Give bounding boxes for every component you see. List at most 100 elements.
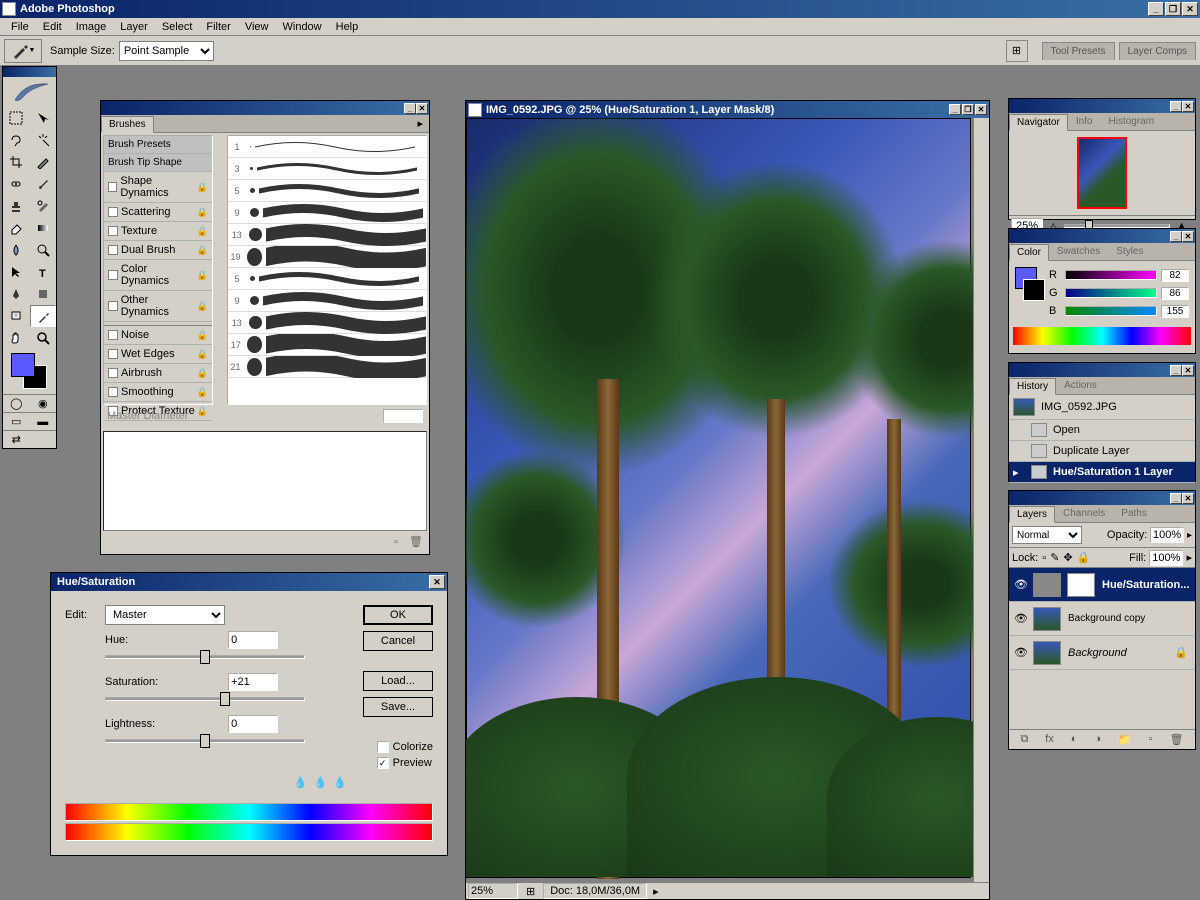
opt-scattering[interactable]: Scattering🔒	[104, 203, 212, 222]
screen-mode-1[interactable]: ▭	[3, 412, 30, 430]
status-menu-arrow[interactable]: ▸	[653, 885, 659, 898]
fill-input[interactable]: 100%	[1149, 550, 1183, 566]
eraser-tool[interactable]	[3, 217, 30, 239]
brush-preset-row[interactable]: 9	[228, 202, 426, 224]
saturation-value[interactable]: +21	[228, 673, 278, 691]
trash-icon[interactable]: 🗑	[409, 536, 423, 548]
hue-value[interactable]: 0	[228, 631, 278, 649]
history-brush-tool[interactable]	[30, 195, 57, 217]
brush-preset-row[interactable]: 3	[228, 158, 426, 180]
brushes-close[interactable]: ✕	[416, 103, 428, 114]
eyedropper-tool[interactable]	[30, 305, 57, 327]
tab-paths[interactable]: Paths	[1113, 505, 1155, 522]
hue-slider[interactable]	[105, 655, 305, 659]
trash-icon[interactable]: 🗑	[1170, 733, 1184, 746]
history-step-duplicate[interactable]: Duplicate Layer	[1009, 441, 1195, 462]
close-button[interactable]: ✕	[1182, 2, 1198, 16]
tab-styles[interactable]: Styles	[1108, 243, 1151, 260]
shape-tool[interactable]	[30, 283, 57, 305]
standard-mode-icon[interactable]: ◯	[3, 394, 30, 412]
canvas[interactable]	[466, 118, 971, 878]
opt-shape-dynamics[interactable]: Shape Dynamics🔒	[104, 172, 212, 203]
slice-tool[interactable]	[30, 151, 57, 173]
menu-layer[interactable]: Layer	[113, 19, 155, 35]
opt-smoothing[interactable]: Smoothing🔒	[104, 383, 212, 402]
layer-huesat[interactable]: 👁 Hue/Saturation...	[1009, 568, 1195, 602]
layer-background[interactable]: 👁 Background 🔒	[1009, 636, 1195, 670]
blend-mode-select[interactable]: Normal	[1012, 526, 1082, 544]
doc-close[interactable]: ✕	[975, 104, 987, 115]
hand-tool[interactable]	[3, 327, 30, 349]
menu-select[interactable]: Select	[155, 19, 200, 35]
dialog-close[interactable]: ✕	[429, 575, 445, 589]
crop-tool[interactable]	[3, 151, 30, 173]
adjustment-icon[interactable]: ◑	[1094, 733, 1101, 746]
nav-min[interactable]: _	[1170, 101, 1182, 112]
brush-preset-row[interactable]: 19	[228, 246, 426, 268]
healing-tool[interactable]	[3, 173, 30, 195]
r-value[interactable]: 82	[1161, 269, 1189, 282]
tab-swatches[interactable]: Swatches	[1049, 243, 1108, 260]
opt-noise[interactable]: Noise🔒	[104, 326, 212, 345]
notes-tool[interactable]	[3, 305, 30, 327]
tab-navigator[interactable]: Navigator	[1009, 114, 1068, 131]
layers-min[interactable]: _	[1170, 493, 1182, 504]
colorize-checkbox[interactable]: Colorize	[377, 741, 433, 753]
palette-well-icon[interactable]: ⊞	[1006, 40, 1028, 62]
type-tool[interactable]: T	[30, 261, 57, 283]
menu-view[interactable]: View	[238, 19, 276, 35]
save-button[interactable]: Save...	[363, 697, 433, 717]
lock-paint-icon[interactable]: ✎	[1050, 551, 1059, 564]
brush-tool[interactable]	[30, 173, 57, 195]
wand-tool[interactable]	[30, 129, 57, 151]
brush-preset-row[interactable]: 13	[228, 312, 426, 334]
tab-actions[interactable]: Actions	[1056, 377, 1105, 394]
marquee-tool[interactable]	[3, 107, 30, 129]
eyedropper-icon[interactable]: 💧	[294, 776, 308, 789]
color-close[interactable]: ✕	[1182, 231, 1194, 242]
saturation-slider[interactable]	[105, 697, 305, 701]
folder-icon[interactable]: 📁	[1118, 733, 1132, 746]
visibility-icon[interactable]: 👁	[1012, 578, 1030, 591]
master-diameter-input[interactable]	[383, 409, 423, 423]
menu-filter[interactable]: Filter	[199, 19, 237, 35]
doc-maximize[interactable]: ❐	[962, 104, 974, 115]
history-step-open[interactable]: Open	[1009, 420, 1195, 441]
quickmask-mode-icon[interactable]: ◉	[30, 394, 57, 412]
blur-tool[interactable]	[3, 239, 30, 261]
menu-image[interactable]: Image	[69, 19, 114, 35]
tab-history[interactable]: History	[1009, 378, 1056, 395]
tab-color[interactable]: Color	[1009, 244, 1049, 261]
g-slider[interactable]	[1065, 288, 1157, 298]
layers-close[interactable]: ✕	[1182, 493, 1194, 504]
brush-preset-row[interactable]: 5	[228, 268, 426, 290]
brush-tip-shape[interactable]: Brush Tip Shape	[104, 154, 212, 172]
brush-presets-header[interactable]: Brush Presets	[104, 136, 212, 154]
brush-preset-row[interactable]: 9	[228, 290, 426, 312]
opt-texture[interactable]: Texture🔒	[104, 222, 212, 241]
eyedropper-minus-icon[interactable]: 💧	[333, 776, 347, 789]
screen-mode-2[interactable]: ▬	[30, 412, 57, 430]
color-picker[interactable]	[3, 349, 56, 394]
lasso-tool[interactable]	[3, 129, 30, 151]
maximize-button[interactable]: ❐	[1165, 2, 1181, 16]
color-swatches[interactable]	[1015, 267, 1045, 311]
lock-transparency-icon[interactable]: ▫	[1042, 552, 1046, 564]
link-icon[interactable]: ⧉	[1020, 733, 1028, 746]
opt-color-dynamics[interactable]: Color Dynamics🔒	[104, 260, 212, 291]
lightness-value[interactable]: 0	[228, 715, 278, 733]
stamp-tool[interactable]	[3, 195, 30, 217]
move-tool[interactable]	[30, 107, 57, 129]
brushes-minimize[interactable]: _	[404, 103, 416, 114]
brush-preset-row[interactable]: 5	[228, 180, 426, 202]
opt-wet-edges[interactable]: Wet Edges🔒	[104, 345, 212, 364]
b-slider[interactable]	[1065, 306, 1157, 316]
minimize-button[interactable]: _	[1148, 2, 1164, 16]
visibility-icon[interactable]: 👁	[1012, 612, 1030, 625]
path-select-tool[interactable]	[3, 261, 30, 283]
brush-preset-row[interactable]: 13	[228, 224, 426, 246]
opt-other-dynamics[interactable]: Other Dynamics🔒	[104, 291, 212, 322]
history-step-huesat[interactable]: ▸Hue/Saturation 1 Layer	[1009, 462, 1195, 483]
opt-dual-brush[interactable]: Dual Brush🔒	[104, 241, 212, 260]
brushes-menu-icon[interactable]: ▸	[411, 115, 429, 132]
